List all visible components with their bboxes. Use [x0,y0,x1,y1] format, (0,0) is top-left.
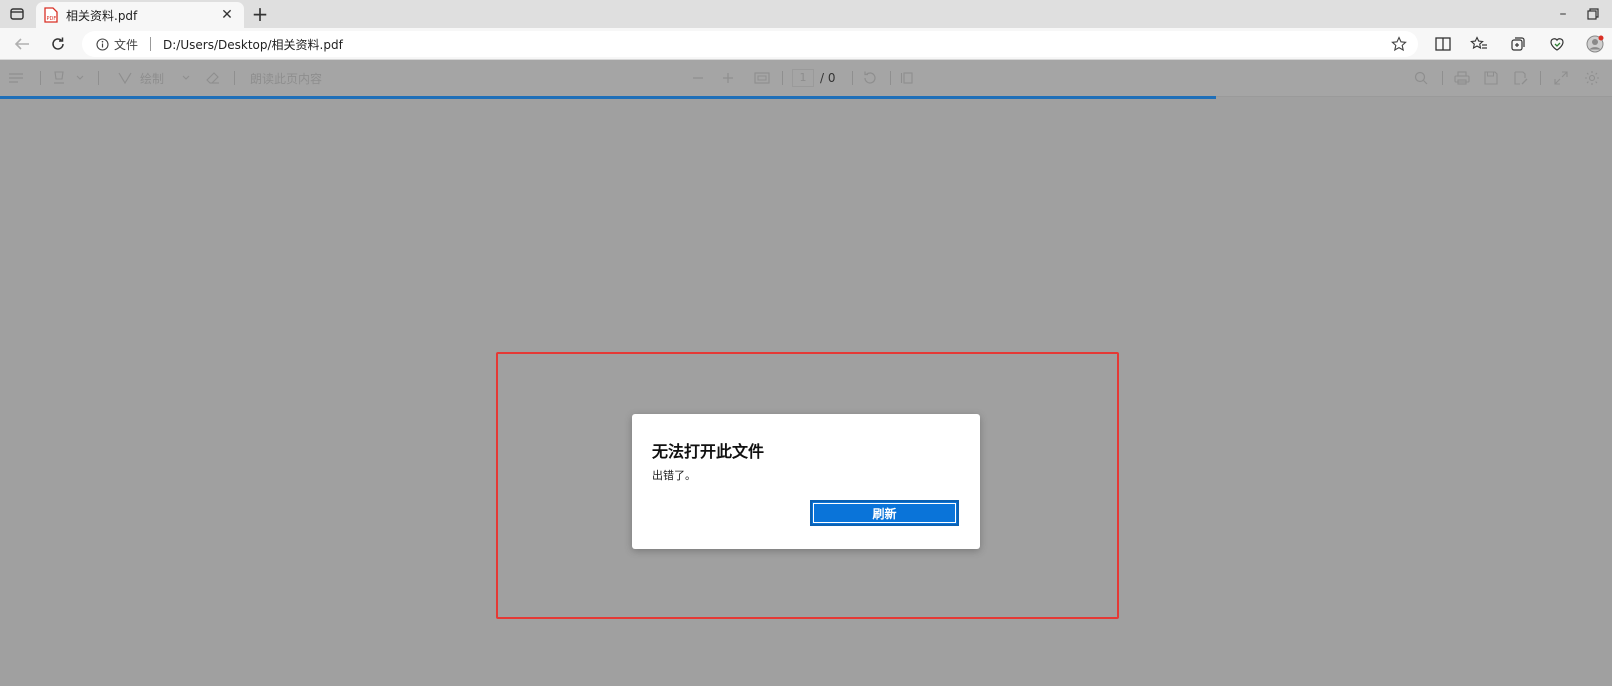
tab-strip: PDF 相关资料.pdf ✕ + – [0,0,1612,28]
highlight-dropdown-icon[interactable] [76,69,84,87]
contents-icon[interactable] [8,69,24,87]
favorites-icon[interactable] [1466,32,1492,56]
draw-label: 绘制 [140,71,165,86]
draw-button[interactable]: 绘制 [118,69,164,87]
address-separator [150,37,152,51]
page-view-icon[interactable] [900,69,914,87]
info-icon [96,37,109,51]
pdf-file-icon: PDF [44,7,58,23]
pdf-toolbar: 绘制 朗读此页内容 1 / 0 [0,60,1612,96]
refresh-page-button[interactable] [46,32,70,56]
fit-page-icon[interactable] [754,69,770,87]
browser-essentials-icon[interactable] [1544,32,1570,56]
rotate-icon[interactable] [862,69,878,87]
toolbar-divider [40,71,41,85]
new-tab-button[interactable]: + [250,4,270,24]
print-icon[interactable] [1454,69,1470,87]
loading-progress-bar [0,96,1216,99]
highlight-icon[interactable] [52,69,66,87]
eraser-icon[interactable] [206,69,220,87]
address-bar[interactable]: 文件 D:/Users/Desktop/相关资料.pdf [82,31,1418,57]
svg-text:PDF: PDF [47,16,57,22]
tab-close-button[interactable]: ✕ [218,6,236,24]
settings-gear-icon[interactable] [1584,69,1600,87]
toolbar-divider [890,71,891,85]
tab-title: 相关资料.pdf [66,8,138,23]
toolbar-divider [1442,71,1443,85]
dialog-title: 无法打开此文件 [652,442,765,461]
site-info-label: 文件 [114,37,139,52]
toolbar-divider [782,71,783,85]
tab-actions-icon[interactable] [6,4,28,24]
draw-dropdown-icon[interactable] [182,69,190,87]
read-aloud-label: 朗读此页内容 [250,71,323,86]
draw-icon [118,71,132,85]
toolbar-divider [234,71,235,85]
refresh-button[interactable]: 刷新 [810,500,959,526]
save-icon[interactable] [1484,69,1498,87]
restore-button[interactable] [1582,4,1604,24]
site-info-button[interactable]: 文件 [96,36,138,53]
read-aloud-button[interactable]: 朗读此页内容 [250,69,322,87]
zoom-in-icon[interactable] [722,69,734,87]
page-total: / 0 [820,71,836,85]
search-icon[interactable] [1414,69,1428,87]
favorite-star-icon[interactable] [1390,35,1408,53]
dialog-message: 出错了。 [652,469,696,482]
save-as-icon[interactable] [1514,69,1528,87]
tab-active[interactable]: PDF 相关资料.pdf ✕ [36,2,244,28]
back-button[interactable] [10,32,34,56]
url-text[interactable]: D:/Users/Desktop/相关资料.pdf [163,36,343,53]
navigation-bar: 文件 D:/Users/Desktop/相关资料.pdf [0,28,1612,60]
fullscreen-icon[interactable] [1554,69,1568,87]
page-number-field[interactable]: 1 / 0 [792,69,836,87]
zoom-out-icon[interactable] [692,69,704,87]
split-screen-icon[interactable] [1430,32,1456,56]
profile-avatar-icon[interactable] [1582,32,1608,56]
page-number-input[interactable]: 1 [792,69,814,87]
error-dialog: 无法打开此文件 出错了。 刷新 [632,414,980,549]
toolbar-divider [98,71,99,85]
toolbar-divider [1540,71,1541,85]
toolbar-divider [852,71,853,85]
collections-icon[interactable] [1505,32,1531,56]
minimize-button[interactable]: – [1552,4,1574,24]
